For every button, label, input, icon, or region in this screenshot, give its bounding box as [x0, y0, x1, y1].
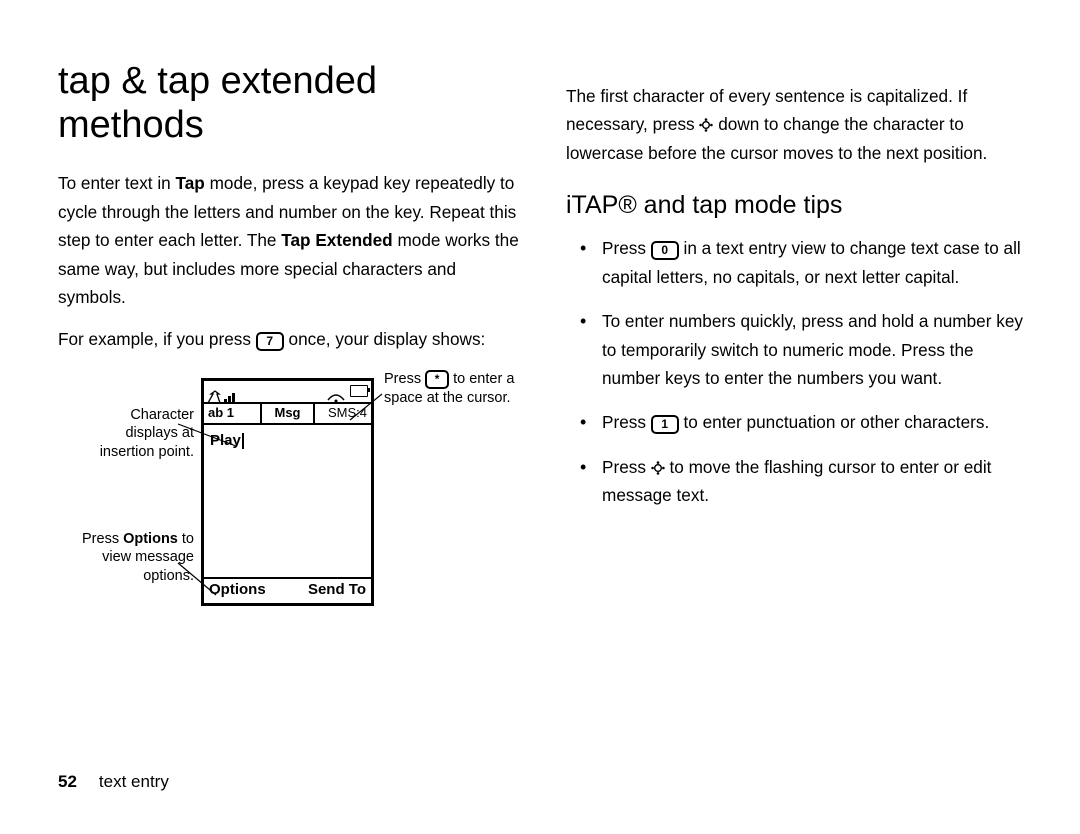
tips-heading: iTAP® and tap mode tips [566, 185, 1032, 226]
keycap-1-icon: 1 [651, 415, 679, 434]
phone-screen-diagram: ab 1 Msg SMS:4 Play Options Send To [58, 368, 488, 668]
tip-item-4: Press to move the flashing cursor to ent… [602, 453, 1032, 510]
left-column: tap & tap extended methods To enter text… [58, 60, 524, 668]
callout-space: Press * to enter a space at the cursor. [384, 370, 524, 408]
callout-options: Press Options to view message options. [74, 530, 194, 587]
cap-para: The first character of every sentence is… [566, 82, 1032, 167]
entered-text: Play [210, 429, 244, 454]
info-row: ab 1 Msg SMS:4 [204, 402, 371, 425]
tip-item-2: To enter numbers quickly, press and hold… [602, 307, 1032, 392]
callout-char: Character displays at insertion point. [74, 406, 194, 463]
keycap-star-icon: * [425, 370, 449, 389]
tip-item-3: Press 1 to enter punctuation or other ch… [602, 408, 1032, 436]
intro-para-2: For example, if you press 7 once, your d… [58, 325, 524, 353]
nav-key-icon [699, 112, 713, 126]
softkey-left: Options [209, 578, 266, 603]
content-area: Play [204, 425, 371, 577]
keycap-0-icon: 0 [651, 241, 679, 260]
status-bar [204, 381, 371, 402]
battery-icon [350, 385, 368, 397]
softkey-row: Options Send To [204, 577, 371, 603]
text-cursor-icon [242, 433, 244, 449]
signal-icon [207, 384, 247, 398]
right-column: The first character of every sentence is… [566, 60, 1032, 668]
tip-item-1: Press 0 in a text entry view to change t… [602, 234, 1032, 291]
tips-list: Press 0 in a text entry view to change t… [566, 234, 1032, 509]
nav-key-icon [651, 455, 665, 469]
softkey-right: Send To [308, 578, 366, 603]
section-name: text entry [99, 772, 169, 791]
page-heading: tap & tap extended methods [58, 60, 524, 147]
keycap-7-icon: 7 [256, 332, 284, 351]
rssi-icon [326, 384, 346, 398]
intro-para-1: To enter text in Tap mode, press a keypa… [58, 169, 524, 311]
page-footer: 52 text entry [58, 772, 169, 792]
bold-tap-extended: Tap Extended [281, 230, 392, 250]
phone-screen: ab 1 Msg SMS:4 Play Options Send To [201, 378, 374, 606]
right-status-icons [326, 384, 368, 398]
page-number: 52 [58, 772, 77, 791]
bold-tap: Tap [176, 173, 205, 193]
